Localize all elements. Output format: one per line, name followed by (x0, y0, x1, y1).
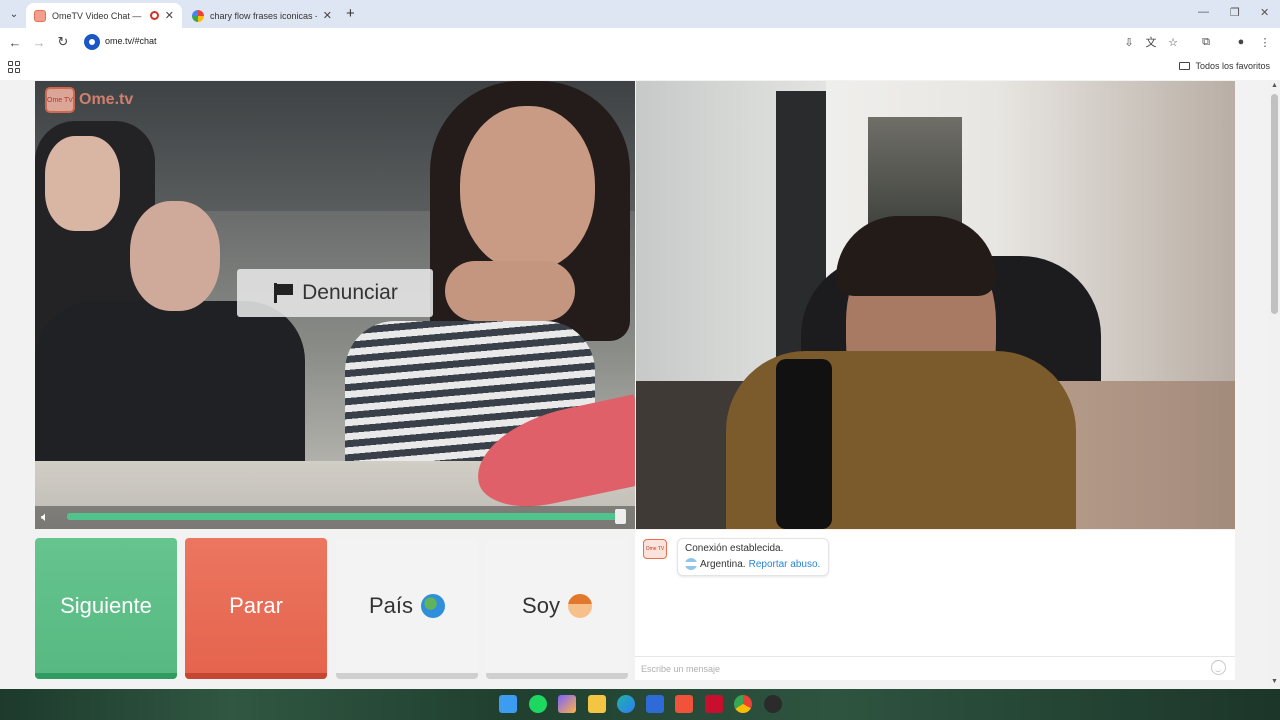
brave-icon[interactable] (675, 695, 693, 713)
logo-badge: Ome TV (45, 87, 75, 113)
close-icon[interactable]: ✕ (165, 9, 174, 22)
taskbar (0, 689, 1280, 720)
argentina-flag-icon (685, 558, 697, 570)
gender-button[interactable]: Soy (486, 538, 628, 679)
site-info-icon[interactable] (84, 34, 100, 50)
browser-toolbar: ← → ↻ ome.tv/#chat ⇩ 文 ☆ ⧉ ● ⋮ (0, 28, 1280, 56)
system-message: Conexión establecida. Argentina. Reporta… (677, 538, 829, 576)
tab-google[interactable]: chary flow frases iconicas - Bu ✕ (184, 3, 340, 28)
close-icon[interactable]: ✕ (323, 9, 332, 22)
chat-input-bar (635, 656, 1235, 680)
country-label: País (368, 592, 414, 618)
apps-icon[interactable] (8, 61, 20, 73)
all-bookmarks-label: Todos los favoritos (1195, 61, 1270, 71)
forward-icon[interactable]: → (30, 33, 48, 51)
reload-icon[interactable]: ↻ (54, 33, 72, 51)
connection-text: Conexión establecida. (685, 543, 784, 554)
ome-tv-logo[interactable]: Ome TV Ome.tv (45, 87, 133, 113)
copilot-icon[interactable] (558, 695, 576, 713)
address-bar[interactable]: ome.tv/#chat (80, 31, 1110, 53)
scroll-down-icon[interactable]: ▼ (1271, 678, 1278, 685)
speaker-icon[interactable]: 🔈︎ (41, 509, 61, 525)
self-video (636, 81, 1235, 529)
message-input[interactable] (641, 661, 1201, 677)
partner-country: Argentina. (700, 558, 746, 570)
stop-button[interactable]: Parar (185, 538, 327, 679)
globe-icon (421, 593, 446, 618)
volume-slider[interactable] (67, 513, 622, 520)
all-bookmarks[interactable]: Todos los favoritos (1179, 61, 1270, 71)
boy-icon (567, 593, 592, 618)
flag-icon (272, 283, 294, 303)
google-favicon (192, 9, 204, 22)
store-icon[interactable] (646, 695, 664, 713)
country-button[interactable]: País (336, 538, 478, 679)
scroll-up-icon[interactable]: ▲ (1271, 82, 1278, 89)
bookmark-star-icon[interactable]: ☆ (1166, 35, 1180, 49)
chrome-icon[interactable] (734, 695, 752, 713)
gender-label: Soy (522, 592, 560, 618)
ometv-favicon (34, 9, 46, 22)
tab-search-icon[interactable]: ⌄ (6, 6, 22, 22)
report-button[interactable]: Denunciar (237, 269, 433, 317)
recording-icon (149, 11, 159, 20)
tab-strip: ⌄ OmeTV Video Chat — Ome ✕ chary flow fr… (0, 0, 1280, 28)
report-label: Denunciar (302, 281, 398, 304)
volume-fill (67, 513, 622, 520)
spotify-icon[interactable] (529, 695, 547, 713)
url-text[interactable]: ome.tv/#chat (105, 36, 157, 46)
windows-start-icon[interactable] (499, 695, 517, 713)
wps-icon[interactable] (705, 695, 723, 713)
scroll-thumb[interactable] (1271, 94, 1278, 314)
volume-handle[interactable] (615, 509, 626, 524)
emoji-icon[interactable] (1211, 660, 1226, 675)
restore-icon[interactable]: ❐ (1230, 6, 1240, 19)
chat-ome-tv-icon: Ome TV (643, 539, 667, 559)
stop-label: Parar (229, 592, 283, 618)
install-app-icon[interactable]: ⇩ (1122, 35, 1136, 49)
translate-icon[interactable]: 文 (1144, 35, 1158, 49)
file-explorer-icon[interactable] (588, 695, 606, 713)
new-tab-button[interactable]: + (346, 5, 355, 22)
page-scrollbar[interactable]: ▲ ▼ (1269, 80, 1280, 689)
obs-icon[interactable] (764, 695, 782, 713)
extensions-icon[interactable]: ⧉ (1199, 35, 1213, 49)
tab-ometv[interactable]: OmeTV Video Chat — Ome ✕ (26, 3, 182, 28)
edge-icon[interactable] (617, 695, 635, 713)
folder-icon (1179, 62, 1191, 70)
back-icon[interactable]: ← (6, 33, 24, 51)
profile-icon[interactable]: ● (1234, 35, 1248, 49)
tab-title: chary flow frases iconicas - Bu (210, 10, 317, 21)
bookmarks-bar: Todos los favoritos (0, 56, 1280, 80)
next-button[interactable]: Siguiente (35, 538, 177, 679)
next-label: Siguiente (60, 592, 152, 618)
tab-title: OmeTV Video Chat — Ome (52, 10, 144, 21)
menu-icon[interactable]: ⋮ (1258, 35, 1272, 49)
logo-text: Ome.tv (79, 91, 134, 108)
report-abuse-link[interactable]: Reportar abuso. (749, 559, 821, 570)
minimize-icon[interactable]: — (1198, 6, 1209, 18)
close-window-icon[interactable]: ✕ (1260, 6, 1269, 19)
